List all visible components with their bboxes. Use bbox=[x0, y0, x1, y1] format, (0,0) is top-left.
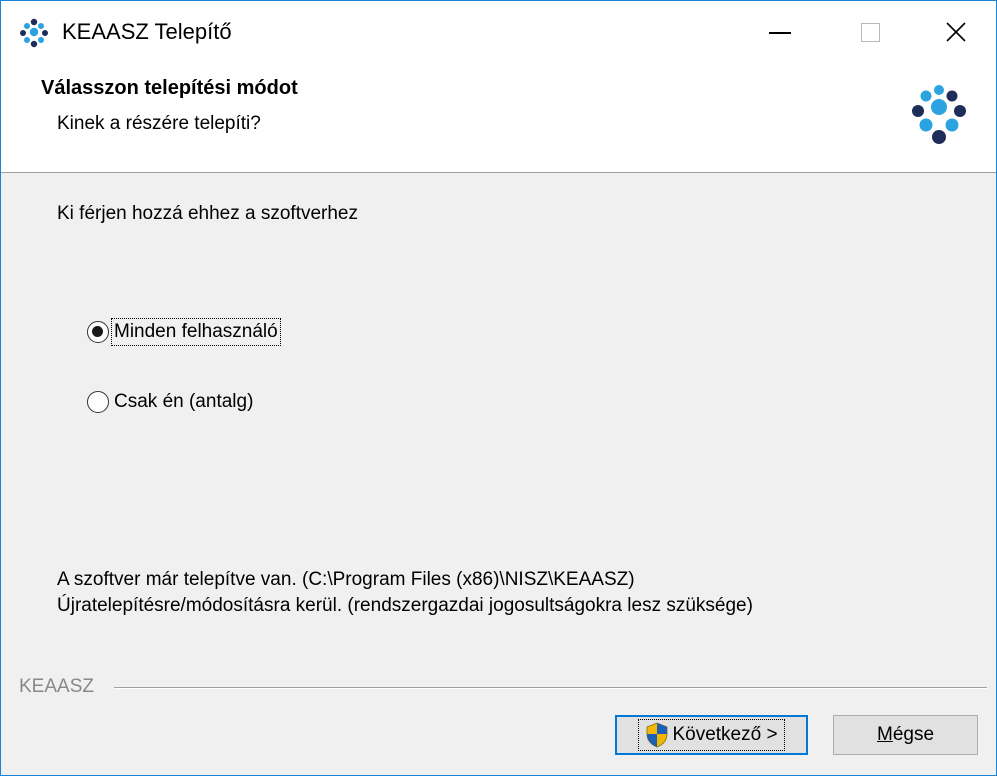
radio-only-me[interactable]: Csak én (antalg) bbox=[87, 389, 255, 415]
cancel-button[interactable]: Mégse bbox=[833, 715, 978, 755]
access-prompt: Ki férjen hozzá ehhez a szoftverhez bbox=[57, 203, 359, 224]
info-line-reinstall: Újratelepítésre/módosításra kerül. (rend… bbox=[57, 595, 753, 616]
wizard-header: Válasszon telepítési módot Kinek a részé… bbox=[1, 63, 996, 173]
window-title: KEAASZ Telepítő bbox=[62, 19, 232, 44]
install-info: A szoftver már telepítve van. (C:\Progra… bbox=[57, 567, 753, 619]
maximize-icon bbox=[860, 22, 880, 42]
info-line-existing: A szoftver már telepítve van. (C:\Progra… bbox=[57, 569, 635, 590]
radio-dot bbox=[92, 326, 103, 337]
next-button[interactable]: Következő > bbox=[615, 715, 808, 755]
keaasz-logo-icon bbox=[912, 85, 966, 144]
minimize-button[interactable] bbox=[735, 1, 825, 63]
radio-unselected-icon[interactable] bbox=[87, 391, 109, 413]
next-button-content: Következő > bbox=[638, 719, 785, 751]
close-button[interactable] bbox=[915, 1, 996, 63]
cancel-rest: égse bbox=[892, 724, 935, 745]
page-subtitle: Kinek a részére telepíti? bbox=[57, 113, 261, 134]
radio-all-users-label[interactable]: Minden felhasználó bbox=[111, 318, 281, 346]
maximize-button[interactable] bbox=[825, 1, 915, 63]
minimize-icon bbox=[769, 32, 791, 34]
radio-selected-icon[interactable] bbox=[87, 321, 109, 343]
app-logo-icon bbox=[20, 18, 48, 48]
page-title: Válasszon telepítési módot bbox=[41, 77, 298, 99]
title-bar[interactable]: KEAASZ Telepítő bbox=[1, 1, 996, 63]
footer-divider bbox=[114, 687, 987, 689]
close-icon bbox=[945, 22, 966, 42]
radio-only-me-label[interactable]: Csak én (antalg) bbox=[112, 389, 255, 415]
radio-all-users[interactable]: Minden felhasználó bbox=[87, 318, 281, 346]
uac-shield-icon bbox=[647, 722, 668, 748]
cancel-button-label: Mégse bbox=[877, 724, 934, 746]
brand-label: KEAASZ bbox=[19, 676, 94, 697]
next-button-label: Következő > bbox=[672, 724, 778, 745]
cancel-mnemonic: M bbox=[876, 724, 893, 745]
installer-window: KEAASZ Telepítő Válasszon telepítési mód… bbox=[0, 0, 997, 776]
